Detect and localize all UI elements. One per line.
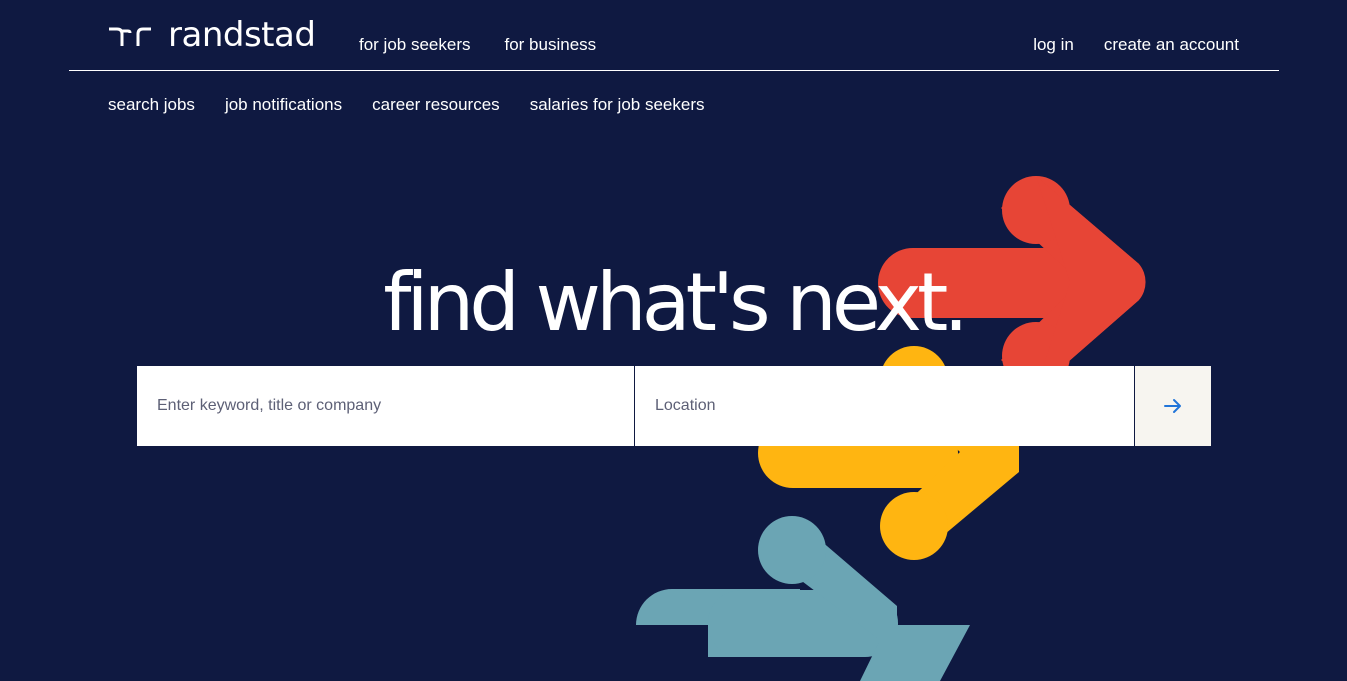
search-submit-button[interactable] xyxy=(1135,366,1211,446)
header-divider xyxy=(69,70,1279,71)
job-search-form xyxy=(137,366,1211,446)
blue-arrow-shape xyxy=(636,516,970,681)
subnav-job-notifications[interactable]: job notifications xyxy=(225,95,342,115)
subnav-career-resources[interactable]: career resources xyxy=(372,95,500,115)
location-search-input[interactable] xyxy=(635,366,1135,446)
subnav-salaries[interactable]: salaries for job seekers xyxy=(530,95,705,115)
create-account-link[interactable]: create an account xyxy=(1104,35,1239,55)
sub-navigation: search jobs job notifications career res… xyxy=(108,95,705,115)
nav-for-job-seekers[interactable]: for job seekers xyxy=(359,35,471,55)
arrow-right-icon xyxy=(1164,399,1181,413)
login-link[interactable]: log in xyxy=(1033,35,1074,55)
brand-name: randstad xyxy=(168,15,316,55)
site-header: randstad for job seekers for business lo… xyxy=(0,0,1347,130)
account-links: log in create an account xyxy=(1033,35,1239,55)
top-navigation: for job seekers for business xyxy=(359,35,596,55)
subnav-search-jobs[interactable]: search jobs xyxy=(108,95,195,115)
randstad-logo-icon xyxy=(109,27,151,46)
nav-for-business[interactable]: for business xyxy=(505,35,597,55)
keyword-search-input[interactable] xyxy=(137,366,635,446)
randstad-logo[interactable]: randstad xyxy=(108,15,316,55)
hero-headline: find what's next. xyxy=(383,256,969,349)
